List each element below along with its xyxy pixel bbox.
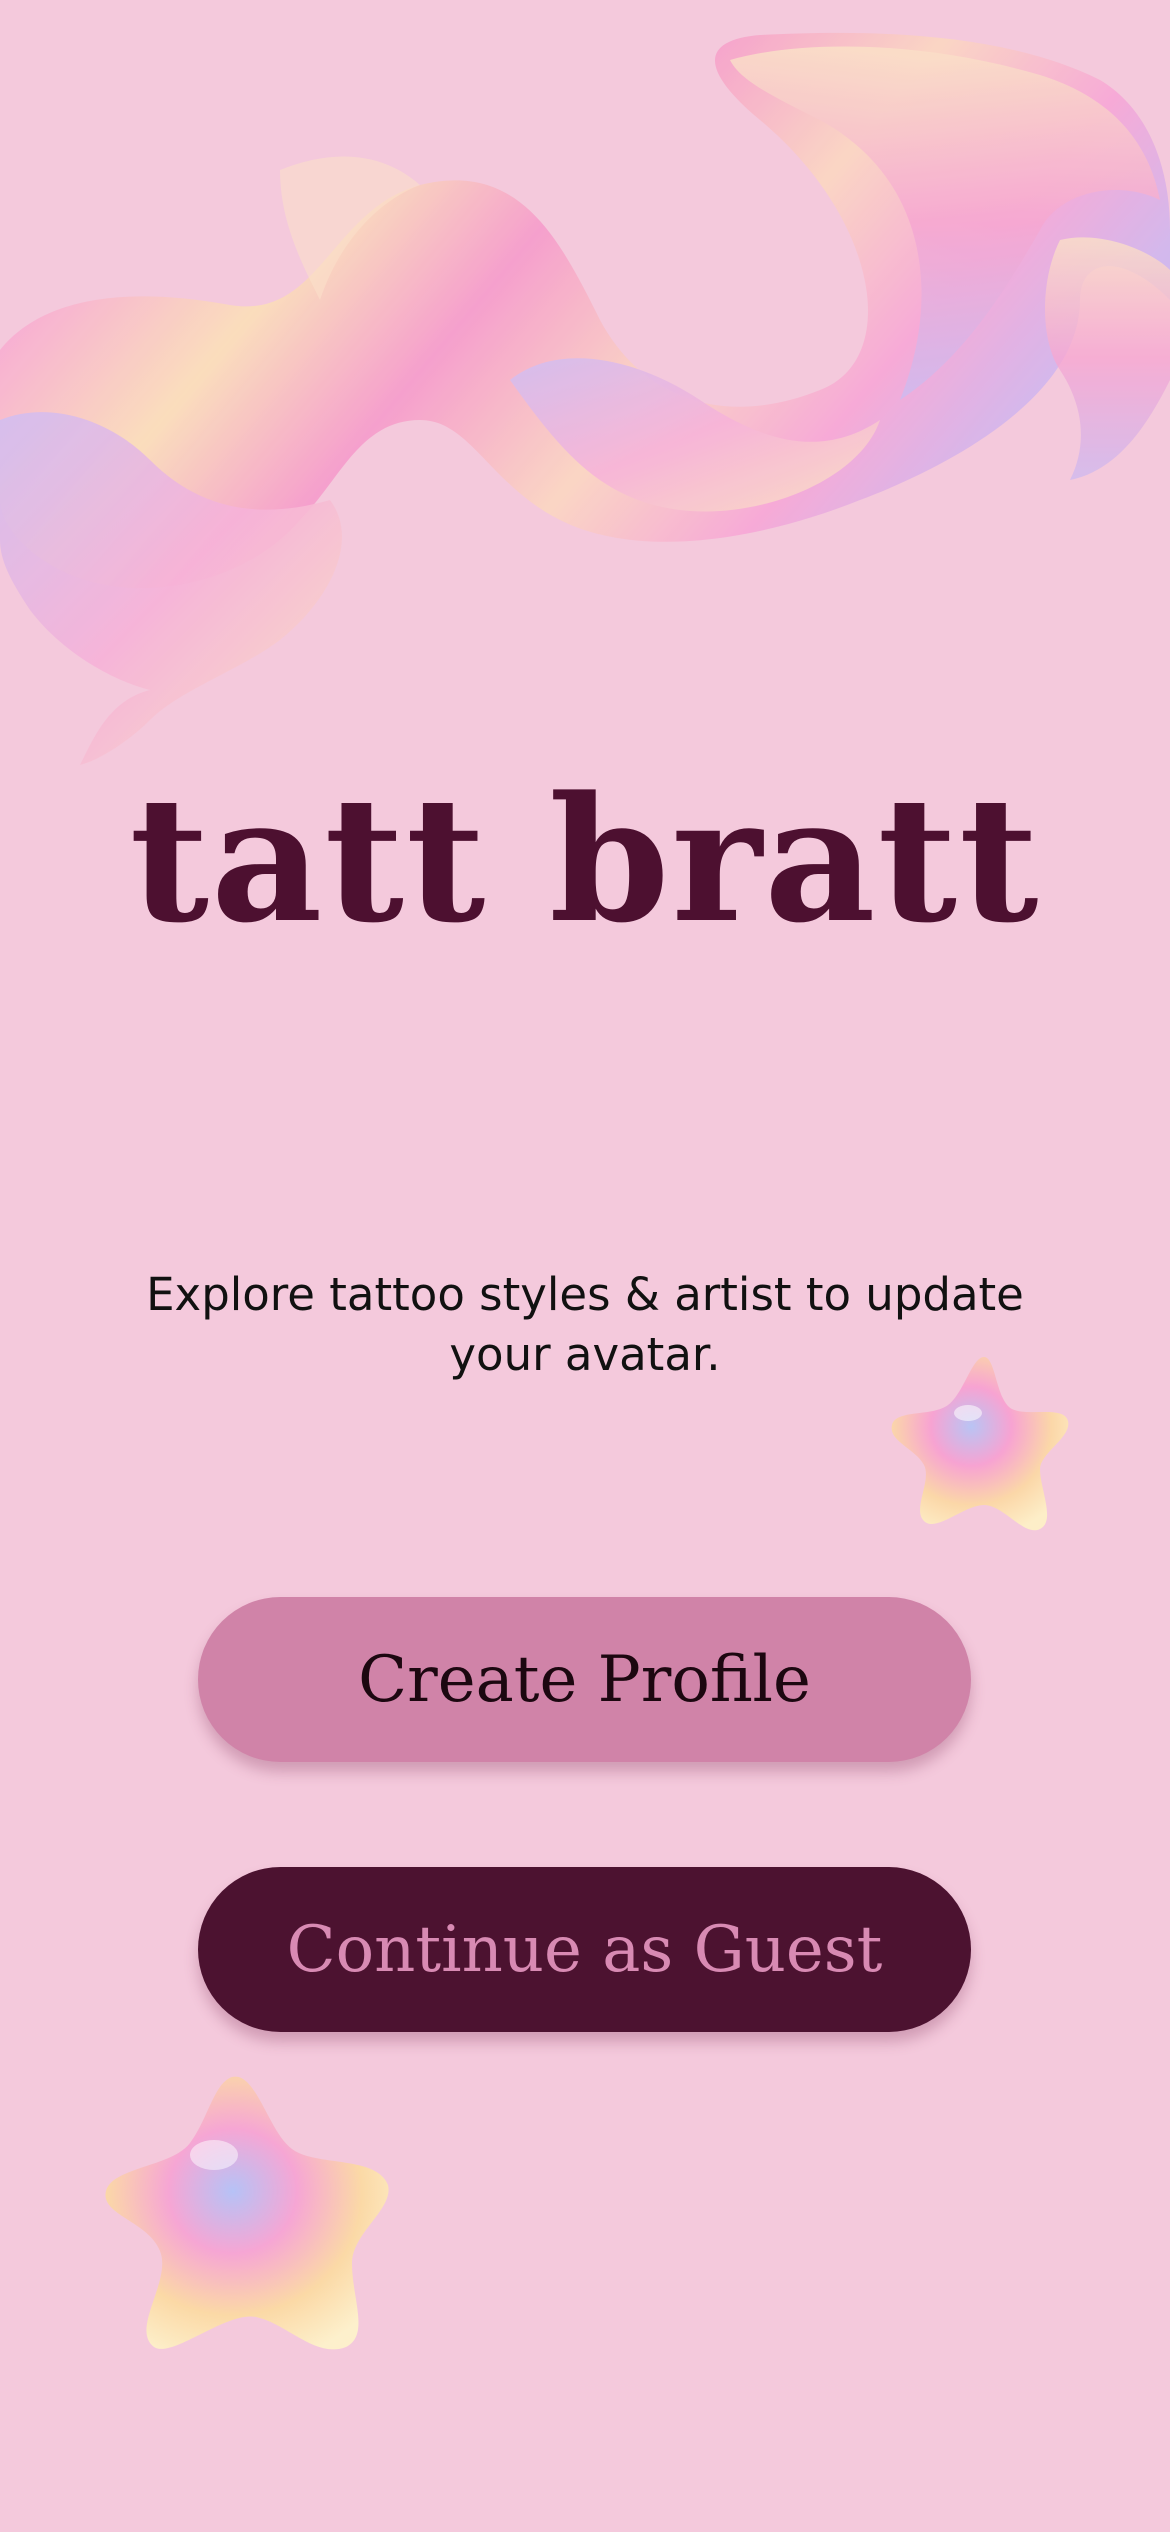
create-profile-button[interactable]: Create Profile [198, 1597, 971, 1762]
continue-as-guest-button[interactable]: Continue as Guest [198, 1867, 971, 2032]
holographic-star-decoration [105, 2076, 389, 2350]
holographic-ribbon-decoration [0, 32, 1170, 765]
holographic-star-decoration [891, 1357, 1069, 1531]
app-title: tatt bratt [129, 758, 1041, 961]
